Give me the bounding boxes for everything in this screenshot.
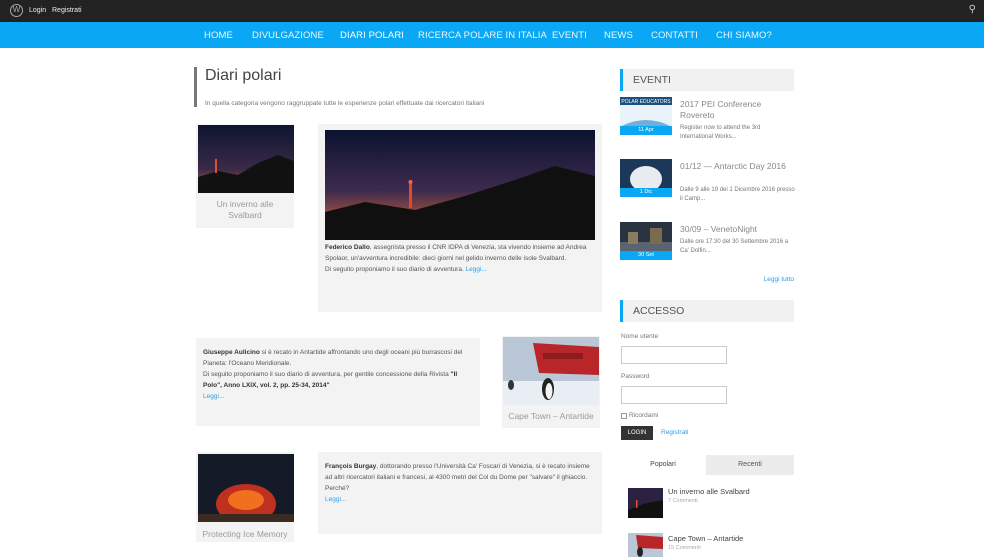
popular-title[interactable]: Un inverno alle Svalbard [668,487,750,496]
nav-chi-siamo[interactable]: CHI SIAMO? [716,30,772,41]
svalbard-night-image [198,125,294,193]
login-link[interactable]: Login [29,7,46,14]
main-nav: HOME DIVULGAZIONE DIARI POLARI RICERCA P… [0,22,984,48]
post-caption[interactable]: Un inverno alle Svalbard [200,199,290,221]
post-excerpt: François Burgay, dottorando presso l'Uni… [325,463,590,503]
page-title: Diari polari [205,67,282,84]
post-thumbnail[interactable] [198,454,294,522]
post-featured-image[interactable] [325,130,595,240]
username-label: Nome utente [621,333,659,340]
ice-dome-image [198,454,294,522]
post-thumbnail[interactable] [198,125,294,193]
admin-bar: W Login Registrati ⚲ [0,0,984,22]
event-desc: Register now to attend the 3rd Internati… [680,125,761,140]
events-heading: EVENTI [620,69,794,91]
post-excerpt: Federico Dallo, assegnista presso il CNR… [325,244,587,273]
nav-divulgazione[interactable]: DIVULGAZIONE [252,30,324,41]
access-heading: ACCESSO [620,300,794,322]
read-more-link[interactable]: Leggi... [203,393,224,400]
nav-ricerca-polare[interactable]: RICERCA POLARE IN ITALIA [418,30,547,41]
ship-penguins-image [503,337,599,405]
password-label: Password [621,373,650,380]
popular-sub: 15 Commenti [668,545,701,551]
remember-label: Ricordami [629,412,659,419]
svg-text:POLAR EDUCATORS: POLAR EDUCATORS [621,99,671,105]
post-author: Federico Dallo [325,244,370,251]
remember-checkbox[interactable] [621,413,627,419]
tab-recent[interactable]: Recenti [706,455,794,475]
wordpress-icon[interactable]: W [10,4,23,17]
event-date: 11 Apr [620,126,672,135]
password-input[interactable] [621,386,727,404]
post-author: Giuseppe Aulicino [203,349,260,356]
event-date: 30 Set [620,251,672,260]
event-desc: Dalle ore 17:30 del 30 Settembre 2016 a … [680,239,789,254]
popular-thumbnail[interactable] [628,488,663,518]
nav-news[interactable]: NEWS [604,30,633,41]
event-title[interactable]: 01/12 — Antarctic Day 2016 [680,161,792,172]
read-more-link[interactable]: Leggi... [325,496,346,503]
post-author: François Burgay [325,463,377,470]
popular-thumbnail[interactable] [628,533,663,557]
svalbard-night-image [628,488,663,518]
username-input[interactable] [621,346,727,364]
post-caption[interactable]: Protecting Ice Memory [196,529,294,540]
event-date: 1 Dic [620,188,672,197]
search-icon[interactable]: ⚲ [969,4,976,15]
register-link[interactable]: Registrati [52,7,82,14]
events-read-all-link[interactable]: Leggi tutto [700,276,794,283]
event-desc: Dalle 9 alle 19 del 1 Dicembre 2016 pres… [680,187,795,202]
read-more-link[interactable]: Leggi... [466,266,487,273]
ship-penguins-image [628,533,663,557]
nav-diari-polari[interactable]: DIARI POLARI [340,30,404,41]
nav-home[interactable]: HOME [204,30,233,41]
nav-contatti[interactable]: CONTATTI [651,30,698,41]
post-thumbnail[interactable] [503,337,599,405]
popular-sub: 7 Commenti [668,498,698,504]
post-excerpt: Giuseppe Aulicino si è recato in Antarti… [203,349,463,400]
register-link[interactable]: Registrati [661,429,688,436]
event-title[interactable]: 30/09 – VenetoNight [680,224,792,235]
page-subtitle: In quella categoria vengono raggruppate … [205,100,485,107]
post-caption[interactable]: Cape Town – Antartide [503,411,599,422]
event-title[interactable]: 2017 PEI Conference Rovereto [680,99,792,121]
nav-eventi[interactable]: EVENTI [552,30,587,41]
popular-title[interactable]: Cape Town – Antartide [668,534,743,543]
svalbard-night-image [325,130,595,240]
tab-popular[interactable]: Popolari [620,455,706,475]
login-button[interactable]: LOGIN [621,426,653,440]
